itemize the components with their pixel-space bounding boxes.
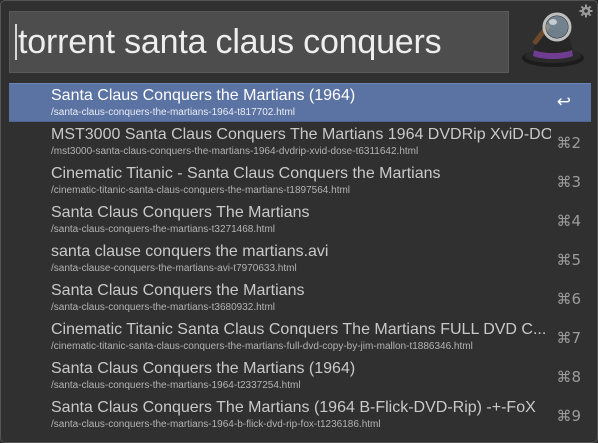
result-shortcut: ⌘5 <box>556 251 581 269</box>
result-item[interactable]: Cinematic Titanic - Santa Claus Conquers… <box>9 161 591 200</box>
result-item[interactable]: Santa Claus Conquers the Martians (1964)… <box>9 83 591 122</box>
result-title: Santa Claus Conquers The Martians <box>51 204 310 221</box>
return-icon: ↩ <box>556 92 571 112</box>
result-url: /santa-claus-conquers-the-martians-t3680… <box>51 302 275 313</box>
result-shortcut: ⌘4 <box>556 212 581 230</box>
result-url: /cinematic-titanic-santa-claus-conquers-… <box>51 185 351 196</box>
result-item[interactable]: Santa Claus Conquers the Martians /santa… <box>9 278 591 317</box>
result-url: /santa-claus-conquers-the-martians-1964-… <box>51 419 381 430</box>
text-cursor <box>15 24 17 60</box>
result-title: Santa Claus Conquers the Martians (1964) <box>51 87 356 104</box>
result-shortcut: ⌘9 <box>556 407 581 425</box>
result-shortcut: ⌘7 <box>556 329 581 347</box>
result-title: santa clause conquers the martians.avi <box>51 243 329 260</box>
result-title: Cinematic Titanic - Santa Claus Conquers… <box>51 165 441 182</box>
result-shortcut: ⌘6 <box>556 290 581 308</box>
result-shortcut: ⌘2 <box>556 134 581 152</box>
result-url: /santa-clause-conquers-the-martians-avi-… <box>51 263 297 274</box>
search-query-text: torrent santa claus conquers <box>18 22 442 61</box>
result-item[interactable]: Santa Claus Conquers The Martians (1964 … <box>9 395 591 434</box>
result-url: /cinematic-titanic-santa-claus-conquers-… <box>51 341 473 352</box>
result-url: /mst3000-santa-claus-conquers-the-martia… <box>51 146 419 157</box>
result-url: /santa-claus-conquers-the-martians-t3271… <box>51 224 275 235</box>
launcher-window: torrent santa claus conquers Santa Claus… <box>0 0 598 443</box>
result-title: Santa Claus Conquers the Martians <box>51 282 305 299</box>
result-shortcut: ⌘8 <box>556 368 581 386</box>
result-title: Santa Claus Conquers the Martians (1964) <box>51 360 356 377</box>
result-item[interactable]: santa clause conquers the martians.avi /… <box>9 239 591 278</box>
result-url: /santa-claus-conquers-the-martians-1964-… <box>51 107 296 118</box>
result-title: Cinematic Titanic Santa Claus Conquers T… <box>51 321 547 338</box>
result-item[interactable]: Santa Claus Conquers the Martians (1964)… <box>9 356 591 395</box>
alfred-logo-icon <box>522 12 584 67</box>
result-item[interactable]: MST3000 Santa Claus Conquers The Martian… <box>9 122 591 161</box>
result-title: Santa Claus Conquers The Martians (1964 … <box>51 399 536 416</box>
result-shortcut: ⌘3 <box>556 173 581 191</box>
results-list: Santa Claus Conquers the Martians (1964)… <box>9 83 591 434</box>
result-item[interactable]: Santa Claus Conquers The Martians /santa… <box>9 200 591 239</box>
search-input[interactable]: torrent santa claus conquers <box>9 11 509 73</box>
result-url: /santa-claus-conquers-the-martians-1964-… <box>51 380 301 391</box>
result-title: MST3000 Santa Claus Conquers The Martian… <box>51 126 551 143</box>
result-item[interactable]: Cinematic Titanic Santa Claus Conquers T… <box>9 317 591 356</box>
